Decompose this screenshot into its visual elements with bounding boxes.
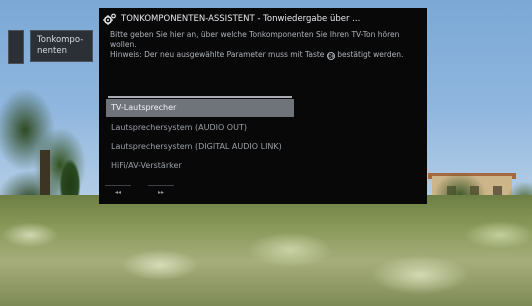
hint-text: Hinweis: Der neu ausgewählte Parameter m…: [110, 50, 420, 60]
side-menu-item-tonkomponenten[interactable]: Tonkompo- nenten: [30, 30, 93, 62]
hint-suffix: bestätigt werden.: [337, 50, 404, 59]
option-audio-out[interactable]: Lautsprechersystem (AUDIO OUT): [106, 119, 294, 137]
olive-grove: [0, 195, 532, 306]
option-hifi-av-verstaerker[interactable]: HiFi/AV-Verstärker: [106, 157, 294, 175]
instruction-text: Bitte geben Sie hier an, über welche Ton…: [110, 30, 400, 49]
side-menu-previous-tab[interactable]: [8, 30, 24, 64]
ok-button-symbol: OK: [326, 52, 336, 60]
dialog-body: Bitte geben Sie hier an, über welche Ton…: [110, 30, 420, 60]
options-divider: [108, 96, 292, 98]
nav-previous-button[interactable]: ◂◂: [105, 185, 131, 199]
dialog-title: TONKOMPONENTEN-ASSISTENT - Tonwiedergabe…: [121, 14, 361, 24]
nav-next-button[interactable]: ▸▸: [148, 185, 174, 199]
option-tv-lautsprecher[interactable]: TV-Lautsprecher: [106, 99, 294, 117]
dialog-title-bar: TONKOMPONENTEN-ASSISTENT - Tonwiedergabe…: [103, 12, 423, 26]
hint-prefix: Hinweis: Der neu ausgewählte Parameter m…: [110, 50, 325, 59]
gears-icon: [103, 13, 116, 25]
option-digital-audio-link[interactable]: Lautsprechersystem (DIGITAL AUDIO LINK): [106, 138, 294, 156]
